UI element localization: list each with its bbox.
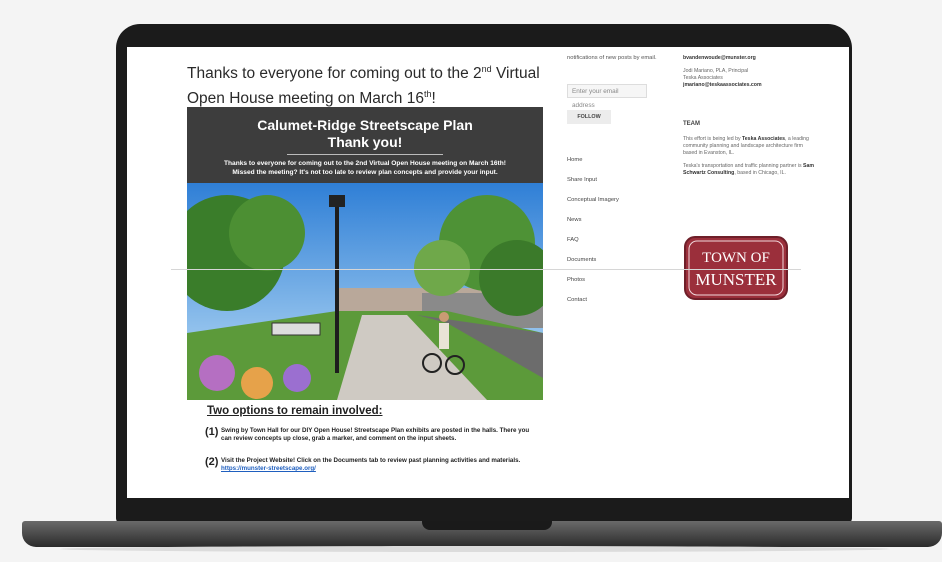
headline-text-2-end: !: [431, 90, 436, 108]
town-of-munster-logo: TOWN OF MUNSTER: [684, 236, 788, 300]
option-2-body: Visit the Project Website! Click on the …: [221, 457, 521, 464]
email-input[interactable]: Enter your email address: [567, 84, 647, 109]
headline-text-2: Open House meeting on March 16: [187, 90, 424, 108]
team-p1-a: This effort is being led by: [683, 136, 743, 142]
contact-email-1[interactable]: bvandenwoude@munster.org: [683, 55, 815, 62]
contact-block: bvandenwoude@munster.org Jodi Mariano, P…: [683, 55, 815, 89]
option-2-number: (2): [205, 456, 219, 468]
browser-screen: Thanks to everyone for coming out to the…: [127, 47, 849, 498]
team-p2-a: Teska's transportation and traffic plann…: [683, 163, 803, 169]
laptop-shadow: [60, 546, 890, 552]
headline-text-1: Thanks to everyone for coming out to the…: [187, 65, 482, 83]
follow-notify-text: notifications of new posts by email.: [567, 55, 657, 61]
option-2-text: Visit the Project Website! Click on the …: [221, 457, 531, 473]
nav-home[interactable]: Home: [567, 157, 582, 163]
post-headline: Thanks to everyone for coming out to the…: [187, 59, 547, 109]
logo-line1: TOWN OF: [702, 250, 770, 266]
option-1-number: (1): [205, 426, 219, 438]
poster-text-line2: Missed the meeting? It's not too late to…: [232, 169, 498, 176]
contact-email-2[interactable]: jmariano@teskaassociates.com: [683, 82, 815, 89]
streetscape-poster: Calumet-Ridge Streetscape Plan Thank you…: [187, 107, 543, 400]
screen-glare-line: [171, 269, 801, 270]
poster-title: Calumet-Ridge Streetscape Plan Thank you…: [187, 117, 543, 151]
nav-photos[interactable]: Photos: [567, 277, 585, 283]
team-block: TEAM This effort is being led by Teska A…: [683, 121, 815, 177]
nav-news[interactable]: News: [567, 217, 582, 223]
follow-button[interactable]: FOLLOW: [567, 110, 611, 124]
options-heading: Two options to remain involved:: [207, 405, 383, 417]
contact-name: Jodi Mariano, PLA, Principal: [683, 68, 749, 74]
laptop-notch: [422, 521, 552, 530]
nav-faq[interactable]: FAQ: [567, 237, 579, 243]
streetscape-rendering-image: [187, 183, 543, 400]
nav-documents[interactable]: Documents: [567, 257, 596, 263]
poster-divider: [287, 154, 443, 155]
headline-sup-1: nd: [481, 64, 492, 74]
poster-title-line1: Calumet-Ridge Streetscape Plan: [257, 117, 473, 133]
team-paragraph-2: Teska's transportation and traffic plann…: [683, 163, 815, 177]
team-paragraph-1: This effort is being led by Teska Associ…: [683, 136, 815, 157]
headline-text-1-end: Virtual: [491, 65, 540, 83]
contact-org: Teska Associates: [683, 75, 723, 81]
nav-contact[interactable]: Contact: [567, 297, 587, 303]
logo-line2: MUNSTER: [695, 270, 777, 289]
project-website-link[interactable]: https://munster-streetscape.org/: [221, 465, 316, 472]
team-p2-c: , based in Chicago, IL.: [734, 170, 786, 176]
team-p1-b: Teska Associates: [742, 136, 785, 142]
option-1-text: Swing by Town Hall for our DIY Open Hous…: [221, 427, 530, 442]
poster-title-line2: Thank you!: [327, 134, 403, 150]
team-heading: TEAM: [683, 121, 700, 127]
nav-share-input[interactable]: Share Input: [567, 177, 597, 183]
poster-text: Thanks to everyone for coming out to the…: [197, 159, 533, 177]
nav-conceptual-imagery[interactable]: Conceptual Imagery: [567, 197, 619, 203]
poster-text-line1: Thanks to everyone for coming out to the…: [224, 160, 506, 167]
